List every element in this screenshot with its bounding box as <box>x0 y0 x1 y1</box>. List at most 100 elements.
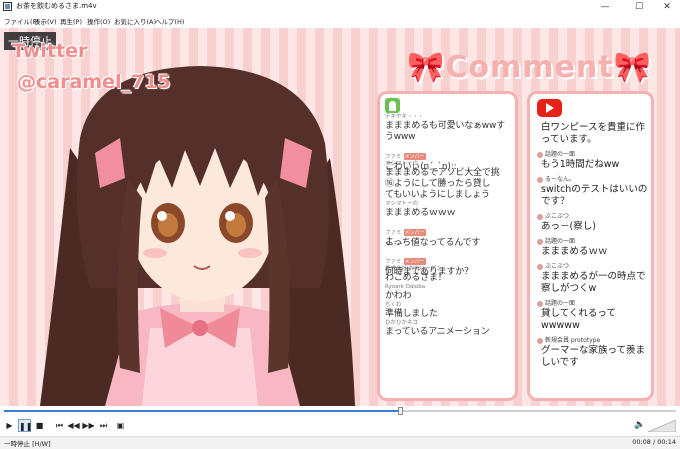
maximize-button[interactable]: ☐ <box>624 0 654 14</box>
comment-text: グーマーな家族って羨ましいです <box>541 345 646 368</box>
comment-author: ファミ <box>385 154 402 160</box>
volume-icon[interactable]: 🔈 <box>634 420 645 430</box>
video-area[interactable]: 一時停止 Twitter @caramel_715 🎀Comment🎀 テキヤキ… <box>0 28 680 406</box>
comment-item: うwww <box>385 132 515 143</box>
comment-author: ぶこぶつ <box>545 213 570 220</box>
comment-item: 株式会社 おれいーゲン わこめるさま！ <box>385 266 515 284</box>
next-button[interactable]: ⏭ <box>97 419 110 432</box>
comment-item: 話題の一面 もう1時間だねww <box>537 150 651 171</box>
member-badge: メンバー <box>403 258 426 265</box>
comment-item: マシマトーの まままめるｗｗｗ <box>385 201 515 219</box>
playback-status: 一時停止 [H/W] <box>4 440 51 448</box>
twitter-label: Twitter <box>12 40 88 62</box>
comment-item: 話題の一面 貸してくれるって wwwww <box>537 299 651 332</box>
youtube-icon <box>537 99 562 117</box>
member-badge: メンバー <box>403 153 426 160</box>
comment-author-row: 話題の一面 <box>537 237 651 246</box>
comment-item: ちくわ 準備しました <box>385 302 515 320</box>
menu-help[interactable]: ヘルプ(H) <box>155 16 184 26</box>
seek-bar[interactable] <box>0 406 680 416</box>
comment-title: 🎀Comment🎀 <box>407 50 652 85</box>
rewind-button[interactable]: ◀◀ <box>67 419 80 432</box>
menu-play[interactable]: 再生(P) <box>60 16 82 26</box>
comment-author: Ryoark Daloba <box>385 284 426 290</box>
comment-author: マシマトーの <box>385 161 419 167</box>
comment-item: テキヤキ・・・ まままめるも可愛いなぁwwす <box>385 114 515 132</box>
comment-author-row: 話題の一面 <box>537 150 651 159</box>
user-avatar-icon <box>537 176 543 183</box>
comment-text: あっ－(察し) <box>541 221 596 232</box>
comment-item: ぶこぶつ あっ－(察し) <box>537 212 651 233</box>
user-avatar-icon <box>537 337 543 344</box>
comment-text: 白ワンピースを貴重に作っています。 <box>541 122 646 145</box>
fast-forward-button[interactable]: ▶▶ <box>82 419 95 432</box>
user-avatar-icon <box>537 213 543 220</box>
comment-author: 株式会社 おれいーゲン <box>385 266 442 272</box>
niconico-icon <box>385 98 400 113</box>
comment-text: わこめるさま！ <box>385 273 447 283</box>
comment-text: かわわ <box>385 291 412 301</box>
comment-text: まままめるでアソビ大全で挑 <box>385 168 500 178</box>
minimize-button[interactable]: — <box>590 0 620 14</box>
pause-button[interactable]: ❚❚ <box>18 419 32 432</box>
playlist-button[interactable]: ▣ <box>114 419 127 432</box>
seek-track[interactable] <box>4 407 676 415</box>
comment-text: てもいいようにしましょう <box>385 190 490 200</box>
comment-author-row: るーなん。 <box>537 175 651 184</box>
time-display: 00:08 / 00:14 <box>632 438 676 446</box>
stop-button[interactable]: ■ <box>33 419 46 432</box>
previous-button[interactable]: ⏮ <box>53 419 66 432</box>
comment-text: よ… <box>385 237 403 247</box>
comment-author: 新規会員 prototype <box>545 337 601 344</box>
comment-text: うwww <box>385 132 416 142</box>
comment-text: もう1時間だねww <box>541 159 620 170</box>
comment-item: 話題の一面 まままめるｗｗ <box>537 237 651 258</box>
comment-author-row: 話題の一面 <box>537 299 651 308</box>
comment-author: 話題の一面 <box>545 151 576 158</box>
app-icon <box>3 2 12 11</box>
comment-author-row: ぶこぶつ <box>537 212 651 221</box>
menu-favorites[interactable]: お気に入り(A) <box>114 16 156 26</box>
comment-author: ひかひかネコ <box>385 320 418 326</box>
comment-item: てもいいようにしましょう <box>385 190 515 201</box>
comment-author: テキヤキ・・・ <box>385 114 424 120</box>
comment-author: るーなん。 <box>545 176 576 183</box>
volume-slider[interactable] <box>648 420 676 432</box>
user-avatar-icon <box>537 151 543 158</box>
comment-author: ぶこぶつ <box>545 263 570 270</box>
playback-controls: ▶ ❚❚ ■ ⏮ ◀◀ ▶▶ ⏭ ▣ <box>0 416 680 436</box>
comment-text: 準備しました <box>385 309 438 319</box>
menu-bar: ファイル(F) 表示(V) 再生(P) 操作(O) お気に入り(A) ヘルプ(H… <box>0 14 680 29</box>
comment-author-row: ぶこぶつ <box>537 262 651 271</box>
twitter-handle: @caramel_715 <box>17 71 171 93</box>
seek-thumb[interactable] <box>398 407 403 415</box>
seek-progress <box>4 410 400 412</box>
comment-text: まままめるｗｗ <box>541 246 608 257</box>
member-badge: メンバー <box>403 229 426 236</box>
comment-text: 貸してくれるって wwwww <box>541 308 616 331</box>
youtube-comment-panel: 白ワンピースを貴重に作っています。 話題の一面 もう1時間だねww るーなん。 swit… <box>527 91 654 401</box>
niconico-comment-panel: テキヤキ・・・ まままめるも可愛いなぁwwす うwww ファミ メンバー こわいぃ(n´_… <box>377 91 518 401</box>
comment-author: 話題の一面 <box>545 300 576 307</box>
comment-item: Ryoark Daloba かわわ <box>385 284 515 302</box>
title-bar: お茶を飲むめるさま.m4v — ☐ ✕ <box>0 0 680 14</box>
status-bar: 一時停止 [H/W] 00:08 / 00:14 <box>0 436 680 449</box>
menu-view[interactable]: 表示(V) <box>34 16 57 26</box>
close-button[interactable]: ✕ <box>652 0 680 14</box>
comment-item: ぶこぶつ まままめるが一の時点で察しがつくw <box>537 262 651 295</box>
comment-item: 新規会員 prototype グーマーな家族って羨ましいです <box>537 336 651 369</box>
comment-author: ファミ <box>385 230 402 236</box>
comment-text: ⑯ようにして勝ったら貸し <box>385 179 491 189</box>
play-button[interactable]: ▶ <box>3 419 16 432</box>
menu-operation[interactable]: 操作(O) <box>87 16 110 26</box>
comment-item: ひかひかネコ まっているアニメーション <box>385 320 515 338</box>
comment-author: 話題の一面 <box>545 238 576 245</box>
user-avatar-icon <box>537 238 543 245</box>
user-avatar-icon <box>537 300 543 307</box>
comment-item: るーなん。 switchのテストはいいのです？ <box>537 175 651 208</box>
comment-item: よ… <box>385 237 515 248</box>
comment-text: まままめるが一の時点で察しがつくw <box>541 271 646 294</box>
comment-item: マシマトーの まままめるでアソビ大全で挑 <box>385 161 515 179</box>
comment-author: マシマトーの <box>385 201 419 207</box>
comment-text: switchのテストはいいのです？ <box>541 184 648 207</box>
